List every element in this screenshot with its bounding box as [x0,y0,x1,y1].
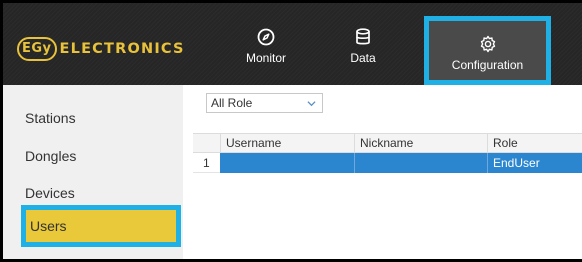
sidebar-item-dongles[interactable]: Dongles [25,137,185,175]
sidebar-item-label: Dongles [25,148,77,164]
cell-username[interactable] [220,153,354,173]
nav-data[interactable]: Data [338,19,388,79]
sidebar-item-users[interactable]: Users [21,205,181,247]
sidebar-item-label: Users [30,218,67,234]
sidebar: Stations Dongles Devices Users [3,85,185,259]
brand-name: ELECTRONICS [59,41,185,57]
top-navigation-bar: EGy ELECTRONICS Monitor Data Configurati… [3,3,582,85]
gear-icon [480,35,495,53]
role-filter-value: All Role [211,96,253,110]
compass-icon [257,28,275,46]
database-icon [356,28,370,45]
nav-configuration-label: Configuration [451,58,524,72]
table-row[interactable]: 1 EndUser [193,153,582,173]
column-header-username[interactable]: Username [220,134,354,153]
nav-data-label: Data [350,51,376,65]
main-content: All Role Username Nickname Role 1 EndUse… [193,85,582,259]
brand-logo[interactable]: EGy ELECTRONICS [17,37,185,61]
column-header-index [193,134,220,153]
table-header: Username Nickname Role [193,133,582,153]
brand-badge: EGy [17,37,57,61]
role-filter-select[interactable]: All Role [206,93,323,113]
row-index: 1 [193,153,220,173]
column-header-nickname[interactable]: Nickname [354,134,487,153]
sidebar-item-label: Stations [25,110,76,126]
chevron-down-icon [307,101,316,107]
app-window: EGy ELECTRONICS Monitor Data Configurati… [0,0,582,262]
column-header-role[interactable]: Role [487,134,582,153]
nav-monitor-label: Monitor [245,51,286,65]
nav-configuration[interactable]: Configuration [424,16,551,85]
sidebar-item-label: Devices [25,185,75,201]
cell-nickname[interactable] [354,153,487,173]
sidebar-item-stations[interactable]: Stations [25,99,185,137]
nav-monitor[interactable]: Monitor [236,19,296,79]
cell-role[interactable]: EndUser [487,153,582,173]
